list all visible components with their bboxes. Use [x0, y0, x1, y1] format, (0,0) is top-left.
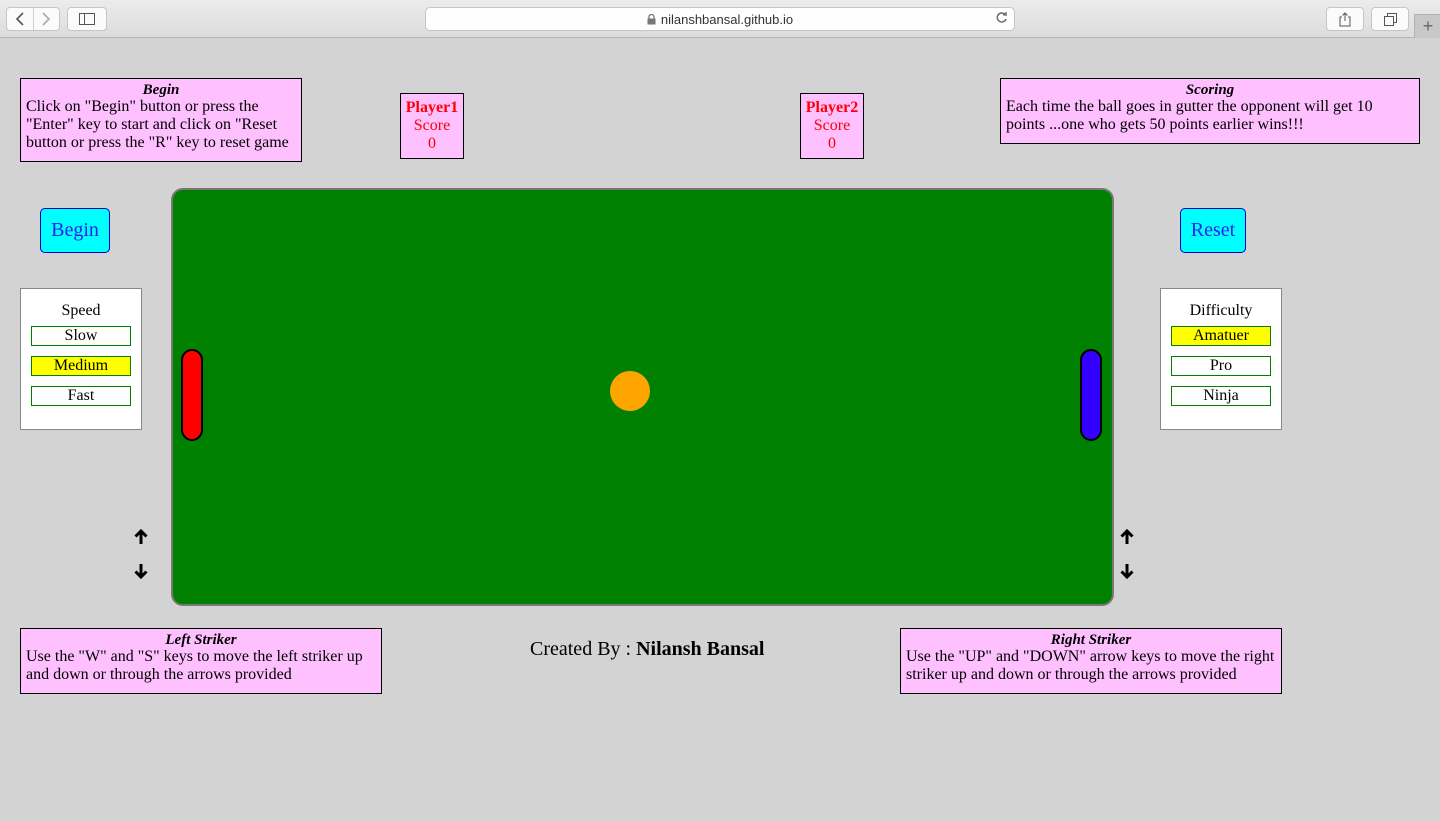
right-striker-down-button[interactable]: [1119, 562, 1135, 580]
sidebar-button[interactable]: [67, 7, 107, 31]
reset-button[interactable]: Reset: [1180, 208, 1246, 253]
player1-score-value: 0: [428, 135, 436, 152]
player2-scoreboard: Player2 Score 0: [800, 93, 864, 159]
arrow-down-icon: [1120, 564, 1134, 579]
tabs-button[interactable]: [1371, 7, 1409, 31]
difficulty-option-ninja[interactable]: Ninja: [1171, 386, 1271, 406]
speed-option-slow[interactable]: Slow: [31, 326, 131, 346]
scoring-instructions-title: Scoring: [1185, 82, 1235, 98]
browser-toolbar: nilanshbansal.github.io +: [0, 0, 1440, 38]
begin-instructions-text: Click on "Begin" button or press the "En…: [26, 98, 289, 151]
left-striker-up-button[interactable]: [133, 528, 149, 546]
scoring-instructions: Scoring Each time the ball goes in gutte…: [1000, 78, 1420, 144]
back-icon: [15, 12, 24, 26]
left-striker-down-button[interactable]: [133, 562, 149, 580]
forward-icon: [42, 12, 51, 26]
speed-title: Speed: [61, 302, 101, 319]
nav-buttons: [6, 7, 60, 31]
speed-option-medium[interactable]: Medium: [31, 356, 131, 376]
right-striker: [1080, 349, 1102, 441]
left-striker-instructions-text: Use the "W" and "S" keys to move the lef…: [26, 648, 363, 683]
player1-name: Player1: [405, 99, 459, 116]
credit-prefix: Created By :: [530, 638, 632, 660]
back-button[interactable]: [7, 8, 34, 30]
arrow-up-icon: [1120, 529, 1134, 544]
difficulty-title: Difficulty: [1189, 302, 1253, 319]
sidebar-icon: [79, 13, 95, 25]
credit-line: Created By : Nilansh Bansal: [530, 638, 764, 660]
arrow-down-icon: [134, 564, 148, 579]
forward-button[interactable]: [33, 8, 59, 30]
game-field: [171, 188, 1114, 606]
player2-score-label: Score: [813, 117, 851, 134]
left-striker-instructions-title: Left Striker: [165, 632, 237, 648]
credit-author: Nilansh Bansal: [636, 638, 765, 660]
ball: [610, 371, 650, 411]
arrow-up-icon: [134, 529, 148, 544]
scoring-instructions-text: Each time the ball goes in gutter the op…: [1006, 98, 1373, 133]
left-striker: [181, 349, 203, 441]
begin-instructions-title: Begin: [142, 82, 180, 98]
right-striker-instructions: Right Striker Use the "UP" and "DOWN" ar…: [900, 628, 1282, 694]
right-striker-up-button[interactable]: [1119, 528, 1135, 546]
new-tab-button[interactable]: +: [1414, 14, 1440, 38]
share-icon: [1339, 11, 1351, 26]
tabs-icon: [1383, 12, 1397, 26]
begin-instructions: Begin Click on "Begin" button or press t…: [20, 78, 302, 162]
lock-icon: [647, 13, 656, 25]
player1-score-label: Score: [413, 117, 451, 134]
difficulty-panel: Difficulty Amatuer Pro Ninja: [1160, 288, 1282, 430]
difficulty-option-pro[interactable]: Pro: [1171, 356, 1271, 376]
right-striker-instructions-title: Right Striker: [1050, 632, 1132, 648]
address-bar[interactable]: nilanshbansal.github.io: [425, 7, 1015, 31]
difficulty-option-amatuer[interactable]: Amatuer: [1171, 326, 1271, 346]
player2-name: Player2: [805, 99, 859, 116]
left-striker-instructions: Left Striker Use the "W" and "S" keys to…: [20, 628, 382, 694]
speed-option-fast[interactable]: Fast: [31, 386, 131, 406]
player2-score-value: 0: [828, 135, 836, 152]
begin-button[interactable]: Begin: [40, 208, 110, 253]
reload-icon[interactable]: [995, 11, 1008, 27]
right-striker-instructions-text: Use the "UP" and "DOWN" arrow keys to mo…: [906, 648, 1275, 683]
speed-panel: Speed Slow Medium Fast: [20, 288, 142, 430]
url-text: nilanshbansal.github.io: [660, 11, 794, 27]
share-button[interactable]: [1326, 7, 1364, 31]
player1-scoreboard: Player1 Score 0: [400, 93, 464, 159]
